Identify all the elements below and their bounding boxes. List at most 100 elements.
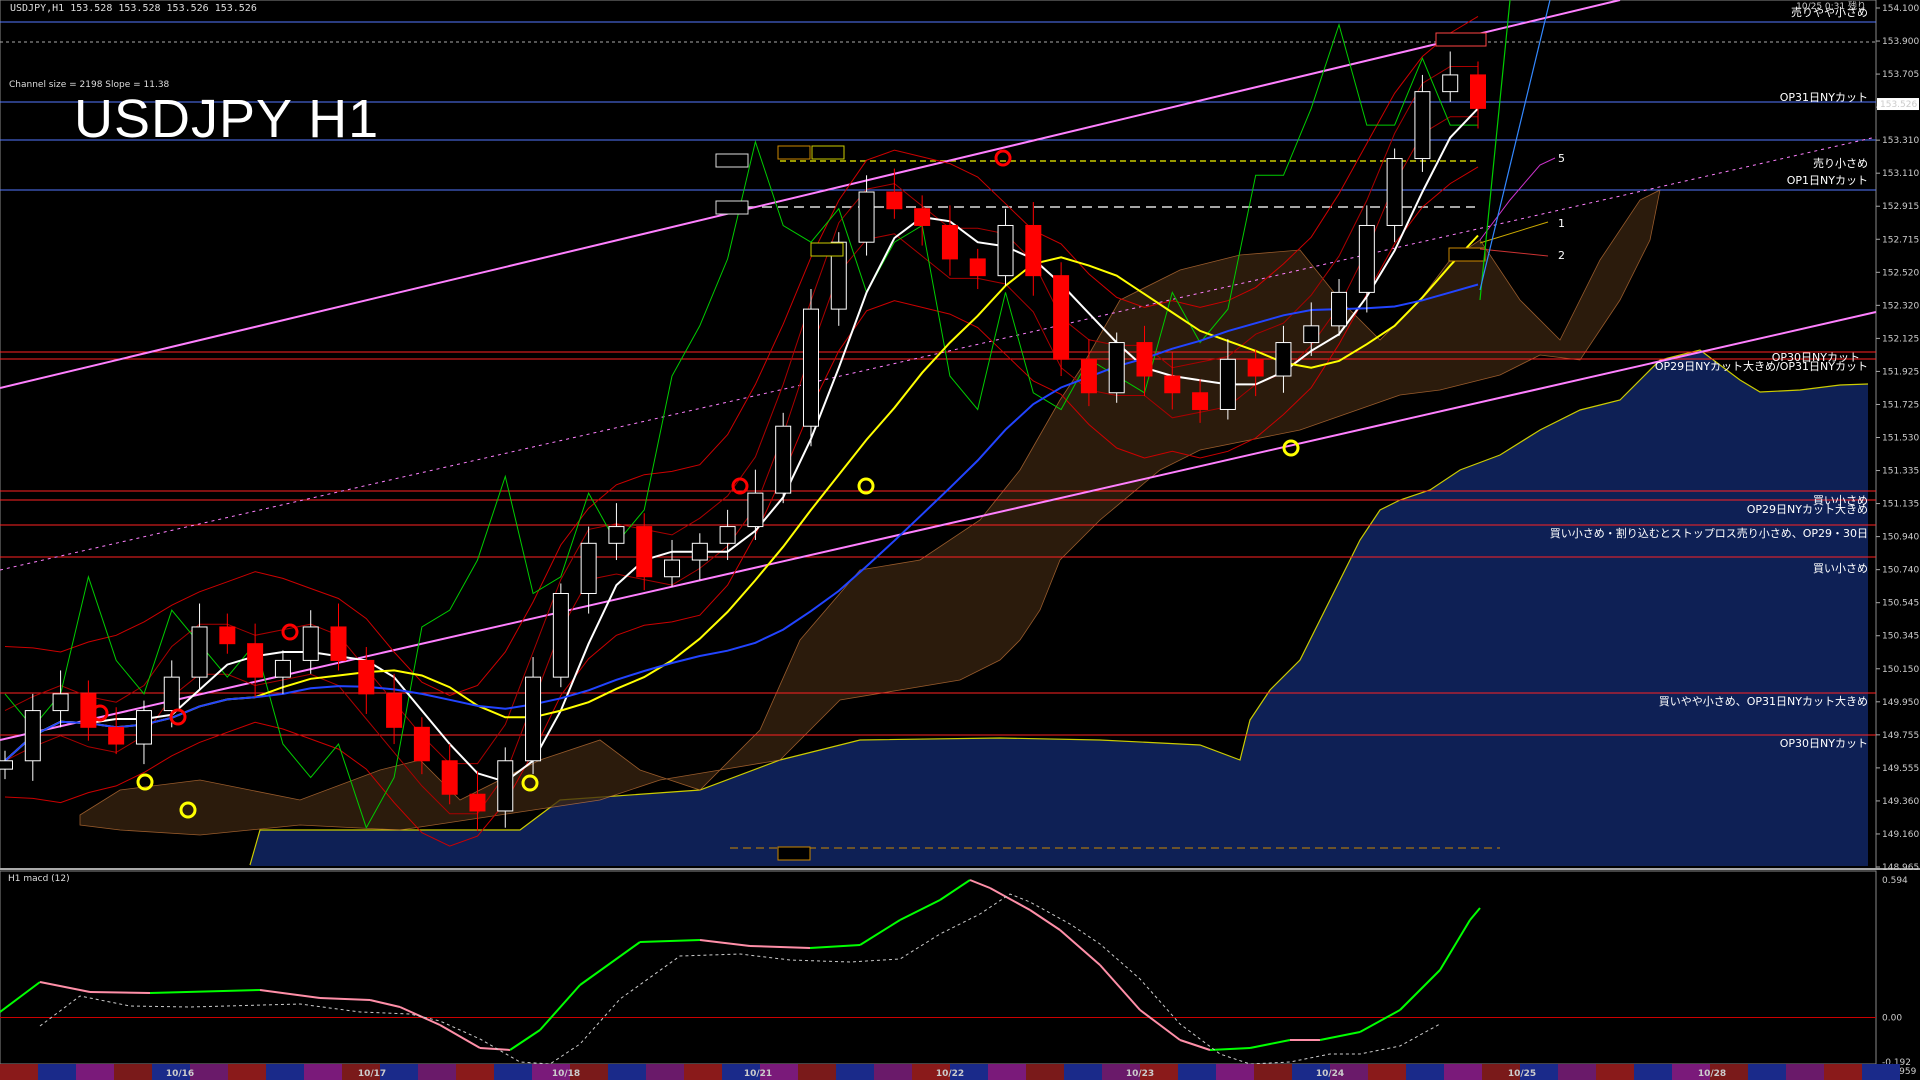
date-bar-cell [1368, 1064, 1406, 1080]
macd-line-segment [579, 941, 641, 986]
candle-body [1053, 275, 1070, 360]
candle-body [330, 626, 347, 661]
date-label: 10/23 [1126, 1069, 1154, 1079]
label-2: 2 [1558, 249, 1565, 262]
candle-body [1275, 342, 1292, 377]
candle-body [52, 693, 69, 712]
date-bar-cell [1064, 1064, 1102, 1080]
macd-line-segment [1099, 964, 1141, 1011]
candle-body [941, 224, 958, 260]
macd-line-segment [259, 989, 321, 999]
candle-body [302, 626, 319, 661]
marker-lwl: LWL [784, 850, 805, 860]
label-1: 1 [1558, 217, 1565, 230]
candle-body [664, 559, 681, 578]
candle-body [413, 726, 430, 762]
candle-body [802, 308, 819, 427]
macd-signal-line [39, 893, 1441, 1065]
marker-lwd: L W D [1452, 251, 1481, 261]
macd-line-segment [1209, 1047, 1251, 1051]
price-tick-label: 151.135 [1882, 500, 1919, 510]
date-bar-cell [874, 1064, 912, 1080]
date-label: 10/22 [936, 1069, 964, 1079]
date-bar-cell [456, 1064, 494, 1080]
price-tick-label: 153.900 [1882, 37, 1919, 47]
candle-body [191, 626, 208, 678]
candle-body [0, 760, 14, 770]
marker-ydo: YDO [720, 157, 743, 167]
candle-body [1358, 224, 1375, 293]
macd-tick-label: 0.00 [1882, 1014, 1902, 1024]
candle-body [135, 710, 152, 745]
macd-line-segment [1059, 929, 1101, 966]
macd-line-segment [699, 939, 751, 947]
date-bar-cell [190, 1064, 228, 1080]
price-tick-label: 148.965 [1882, 863, 1919, 873]
level-label-1: 売り小さめ [1813, 157, 1868, 170]
price-tick-label: 152.320 [1882, 301, 1919, 311]
candle-body [1025, 224, 1042, 277]
price-tick-label: 153.310 [1882, 136, 1919, 146]
date-bar-cell [1254, 1064, 1292, 1080]
date-bar-cell [1558, 1064, 1596, 1080]
price-tick-label: 151.725 [1882, 400, 1919, 410]
macd-title: H1 macd (12) [8, 874, 70, 884]
date-bar-cell [608, 1064, 646, 1080]
date-label: 10/25 [1508, 1069, 1536, 1079]
macd-line-segment [639, 939, 701, 943]
price-tick-label: 150.345 [1882, 632, 1919, 642]
macd-line-segment [439, 1024, 481, 1049]
candle-body [1469, 74, 1487, 109]
candle-body [914, 208, 931, 226]
macd-line-segment [1359, 1009, 1401, 1033]
symbol-header: USDJPY,H1 153.528 153.528 153.526 153.52… [10, 3, 257, 14]
macd-line-segment [509, 1029, 541, 1051]
date-bar-cell [646, 1064, 684, 1080]
macd-line-segment [939, 879, 971, 901]
date-bar-cell [1178, 1064, 1216, 1080]
macd-line-segment [989, 887, 1031, 911]
price-tick-label: 149.360 [1882, 797, 1919, 807]
date-bar-cell [266, 1064, 304, 1080]
fractal-marker [994, 149, 1012, 167]
date-bar-cell [114, 1064, 152, 1080]
candle-body [24, 710, 41, 762]
candle-body [274, 659, 291, 678]
candle-body [969, 258, 986, 277]
macd-line-segment [1029, 909, 1061, 931]
macd-line-segment [749, 945, 811, 949]
date-bar-cell [1786, 1064, 1824, 1080]
macd-line-segment [39, 981, 91, 993]
label-5: 5 [1558, 152, 1565, 165]
macd-line-segment [1469, 907, 1481, 921]
price-tick-label: 152.915 [1882, 202, 1919, 212]
price-tick-label: 149.950 [1882, 698, 1919, 708]
macd-line-segment [0, 981, 41, 1013]
price-tick-label: 152.520 [1882, 268, 1919, 278]
date-bar-cell [494, 1064, 532, 1080]
price-tick-label: 150.545 [1882, 599, 1919, 609]
macd-line-segment [1139, 1009, 1181, 1041]
marker-hwd: H W D [1445, 36, 1476, 46]
price-tick-label: 153.110 [1882, 169, 1919, 179]
price-tick-label: 153.705 [1882, 70, 1919, 80]
macd-line-segment [479, 1047, 511, 1051]
price-tick-label: 150.150 [1882, 665, 1919, 675]
candle-body [108, 726, 125, 745]
candle-body [886, 191, 903, 210]
price-tick-label: 152.715 [1882, 235, 1919, 245]
candle-body [386, 693, 403, 728]
candle-body [747, 492, 764, 528]
macd-line-segment [859, 919, 901, 946]
level-label-2: OP1日NYカット [1787, 174, 1868, 187]
date-bar-cell [1596, 1064, 1634, 1080]
level-label-7: 買い小さめ・割り込むとストップロス売り小さめ、OP29・30日 [1550, 526, 1868, 540]
candle-body [525, 676, 542, 762]
macd-line-segment [899, 899, 941, 921]
price-tick-label: 150.740 [1882, 566, 1919, 576]
candle-body [1303, 325, 1320, 344]
date-label: 10/16 [166, 1069, 194, 1079]
candle-body [1331, 291, 1348, 327]
candle-body [1164, 375, 1181, 394]
date-bar-cell [988, 1064, 1026, 1080]
